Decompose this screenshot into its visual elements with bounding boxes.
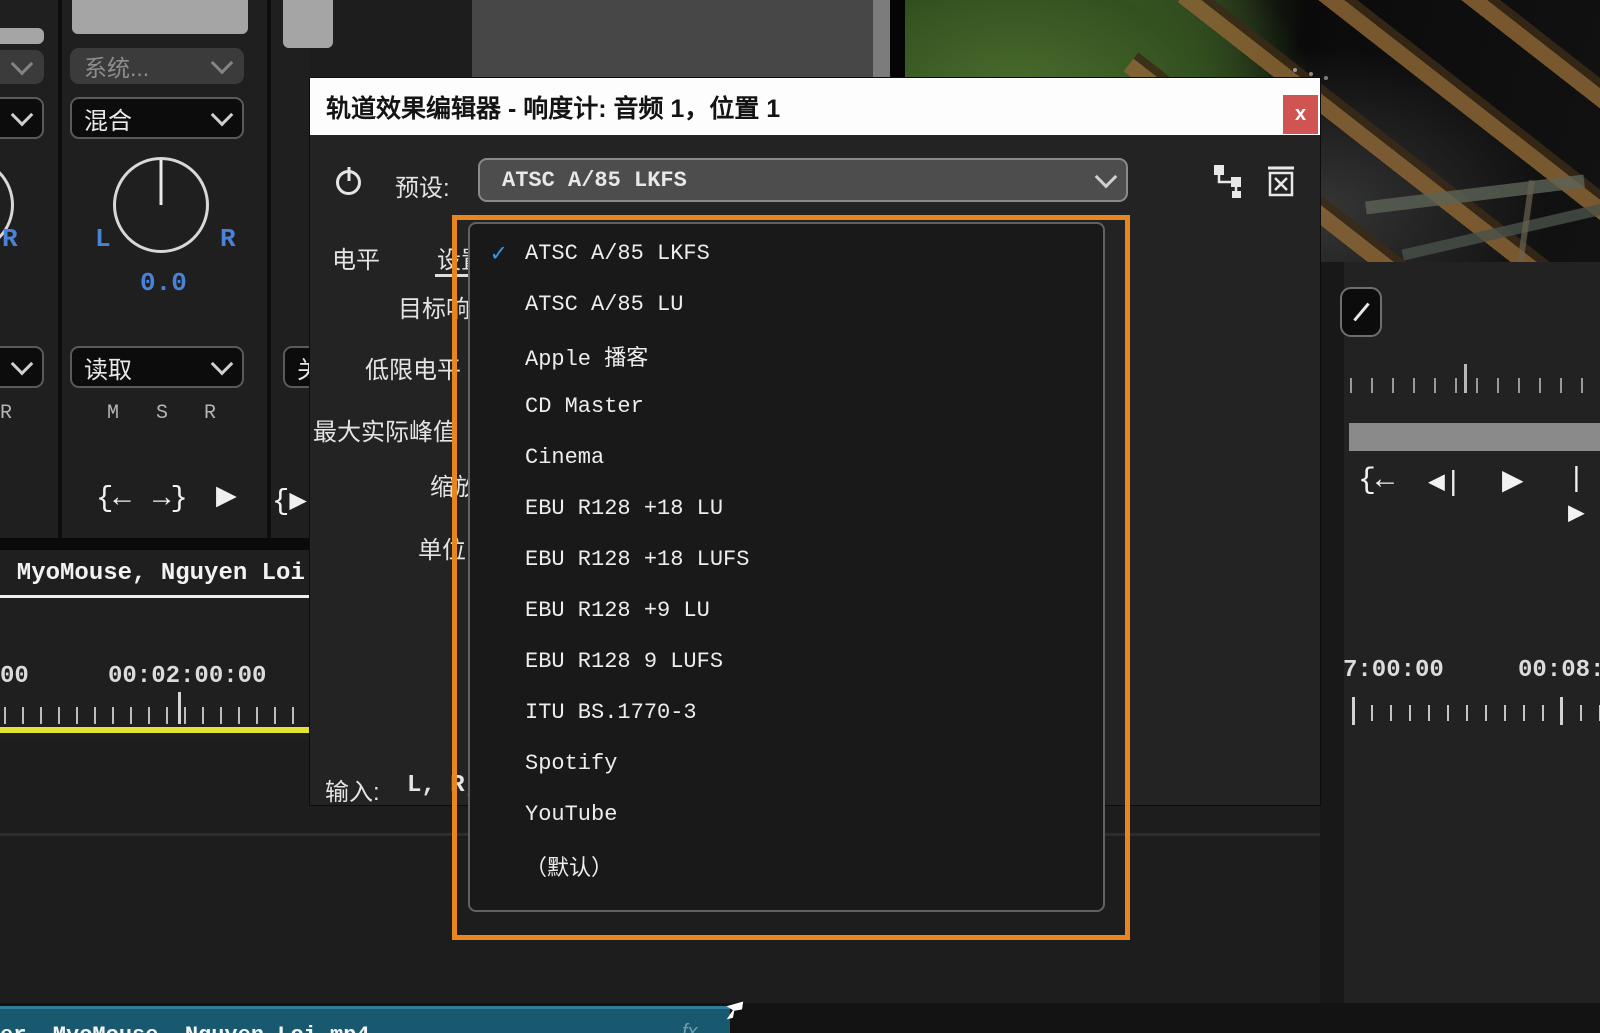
- pan-right-label: R: [220, 224, 236, 254]
- ruler-major-tick: [1560, 697, 1563, 725]
- fader-cap[interactable]: [72, 0, 248, 34]
- chevron-down-icon: [210, 51, 234, 74]
- track-header-underline: [0, 595, 309, 598]
- monitor-panel: {← ◀| ▶ |▶ 7:00:00 00:08:0: [1320, 262, 1600, 1003]
- go-to-out-button[interactable]: →}: [153, 482, 188, 515]
- chevron-down-icon: [10, 103, 34, 126]
- highlight-dot: [1309, 72, 1313, 76]
- highlight-dot: [1324, 76, 1328, 80]
- clip-name: er, MyoMouse, Nguyen Loi.mp4: [0, 1023, 370, 1033]
- preset-label: 预设:: [395, 175, 450, 202]
- pan-right-label: R: [2, 224, 18, 254]
- preset-select[interactable]: ATSC A/85 LKFS: [478, 158, 1128, 202]
- automation-select-partial[interactable]: [0, 346, 44, 388]
- solo-button[interactable]: S: [156, 402, 168, 425]
- mix-select[interactable]: 混合: [70, 97, 244, 139]
- field-low-level: 低限电平: [365, 357, 461, 384]
- routing-icon[interactable]: [1213, 164, 1245, 198]
- ruler-major-tick: [1352, 697, 1355, 725]
- panel-edge-light: [873, 0, 890, 77]
- fader-cap[interactable]: [0, 28, 44, 44]
- go-to-in-button[interactable]: {←: [1358, 464, 1394, 498]
- app-window: R R 系统... 混合 L R 0.0 读取 M S R 关 {← →} ▶ …: [0, 0, 1600, 1033]
- step-back-button[interactable]: ◀|: [1428, 464, 1462, 499]
- timecode-left: 7:00:00: [1343, 657, 1444, 684]
- output-assign-select[interactable]: 系统...: [70, 48, 244, 84]
- divider: [0, 538, 309, 550]
- edit-button[interactable]: [1340, 287, 1382, 337]
- dialog-title: 轨道效果编辑器 - 响度计: 音频 1，位置 1: [326, 94, 781, 123]
- playhead-line[interactable]: [0, 727, 309, 733]
- timecode-right: 00:08:0: [1518, 657, 1600, 684]
- pen-icon: [1352, 302, 1370, 322]
- divider: [58, 0, 62, 540]
- chevron-down-icon: [1094, 165, 1118, 188]
- chevron-down-icon: [10, 352, 34, 375]
- annotation-highlight-rect: [452, 215, 1130, 940]
- pan-left-label: L: [95, 224, 111, 254]
- highlight-dot: [1293, 68, 1297, 72]
- time-ruler[interactable]: [4, 707, 309, 724]
- tab-levels[interactable]: 电平: [332, 240, 380, 275]
- chevron-down-icon: [210, 352, 234, 375]
- input-label: 输入:: [325, 779, 380, 806]
- timeline-clip[interactable]: er, MyoMouse, Nguyen Loi.mp4 fx: [0, 1006, 730, 1033]
- mix-value: 混合: [84, 107, 132, 135]
- mute-button[interactable]: M: [107, 402, 119, 425]
- field-max-true-peak: 最大实际峰值: [313, 419, 457, 446]
- clear-average-icon[interactable]: [1266, 165, 1296, 197]
- ruler-major-tick: [178, 692, 181, 724]
- power-icon[interactable]: [336, 167, 361, 195]
- audio-mixer-panel: R R 系统... 混合 L R 0.0 读取 M S R 关 {← →} ▶ …: [0, 0, 333, 740]
- preset-value: ATSC A/85 LKFS: [502, 167, 687, 193]
- automation-select[interactable]: 读取: [70, 346, 244, 388]
- monitor-zoom-ruler[interactable]: [1350, 378, 1600, 393]
- chevron-down-icon: [210, 103, 234, 126]
- panel-edge-dark: [890, 0, 905, 78]
- pan-knob[interactable]: [113, 157, 209, 253]
- play-button[interactable]: ▶: [216, 480, 237, 511]
- fader-cap[interactable]: [283, 0, 333, 48]
- ruler-major-tick: [1464, 364, 1467, 393]
- panel-top-gray: [472, 0, 873, 77]
- go-to-in-button[interactable]: {←: [96, 482, 131, 515]
- knob-pointer: [159, 160, 163, 205]
- bottom-strip: er, MyoMouse, Nguyen Loi.mp4 fx: [0, 1003, 1600, 1033]
- chevron-down-icon: [10, 52, 34, 75]
- record-button[interactable]: R: [204, 402, 216, 425]
- panel-bg: [1344, 262, 1600, 1003]
- automation-value: 读取: [84, 356, 132, 384]
- output-assign-value: 系统...: [84, 55, 150, 81]
- track-name[interactable]: , MyoMouse, Nguyen Loi: [0, 560, 305, 587]
- divider: [267, 0, 271, 540]
- fx-badge: fx: [682, 1021, 698, 1033]
- horizontal-scrollbar[interactable]: [1349, 423, 1600, 451]
- timecode-label: 00:02:00:00: [108, 663, 267, 690]
- play-button[interactable]: ▶: [1502, 463, 1524, 496]
- mix-select-partial[interactable]: [0, 97, 44, 139]
- dialog-close-button[interactable]: x: [1283, 95, 1318, 134]
- dialog-titlebar[interactable]: 轨道效果编辑器 - 响度计: 音频 1，位置 1: [310, 78, 1320, 135]
- step-forward-button[interactable]: |▶: [1568, 464, 1600, 530]
- record-button-partial[interactable]: R: [0, 402, 12, 425]
- output-assign-select-partial[interactable]: [0, 50, 44, 84]
- timecode-partial: 00: [0, 663, 29, 690]
- pan-value[interactable]: 0.0: [140, 268, 187, 298]
